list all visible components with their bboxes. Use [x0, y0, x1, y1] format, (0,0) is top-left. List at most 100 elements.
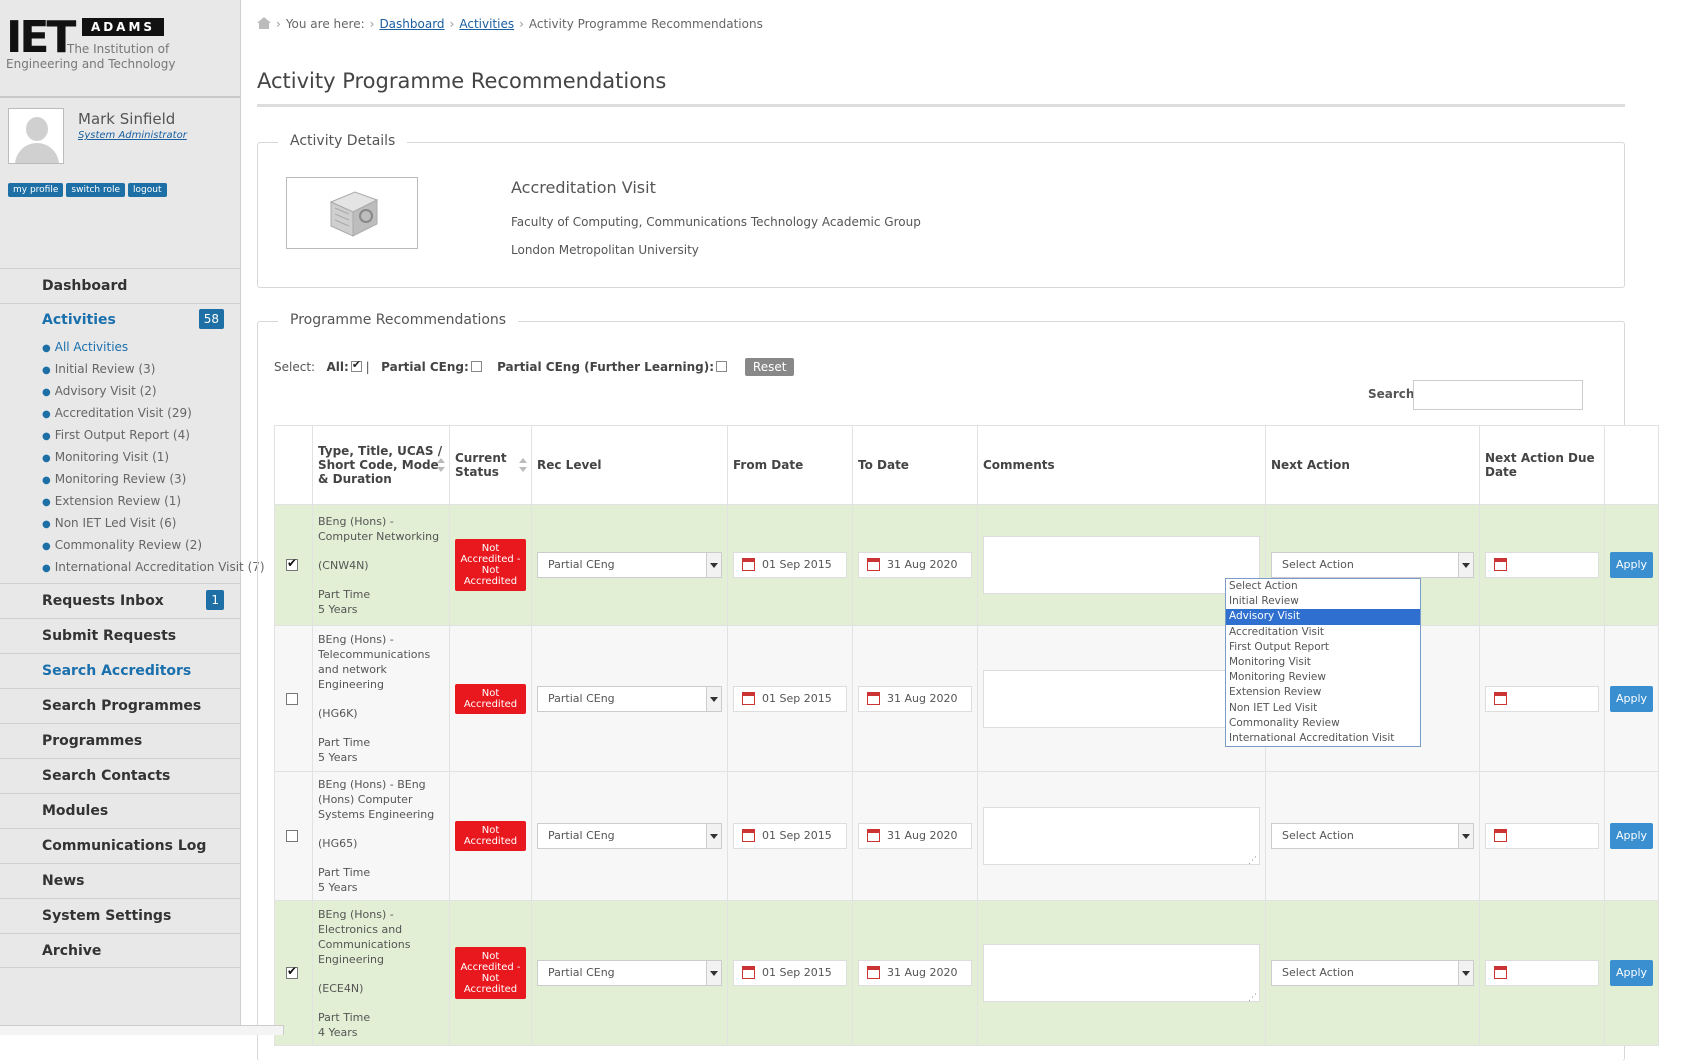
nav-activities[interactable]: Activities 58: [0, 303, 240, 335]
from-date-field[interactable]: 01 Sep 2015: [733, 960, 847, 986]
option-first-output-report[interactable]: First Output Report: [1226, 640, 1420, 655]
option-select-action[interactable]: Select Action: [1226, 579, 1420, 594]
rec-level-select[interactable]: Partial CEng: [537, 823, 722, 849]
search-input[interactable]: [1413, 380, 1583, 410]
comments-textarea[interactable]: [983, 536, 1260, 595]
option-extension-review[interactable]: Extension Review: [1226, 685, 1420, 700]
apply-button[interactable]: Apply: [1610, 685, 1653, 712]
from-date-field[interactable]: 01 Sep 2015: [733, 685, 847, 712]
due-date-field[interactable]: [1485, 960, 1599, 986]
comments-textarea[interactable]: [983, 944, 1260, 1003]
option-initial-review[interactable]: Initial Review: [1226, 594, 1420, 609]
row-checkbox[interactable]: [286, 556, 298, 571]
next-action-select[interactable]: Select Action: [1271, 552, 1474, 578]
next-action-select[interactable]: Select Action: [1271, 960, 1474, 986]
reset-button[interactable]: Reset: [744, 358, 795, 376]
my-profile-button[interactable]: my profile: [8, 183, 64, 197]
partial-ceng-fl-checkbox[interactable]: [716, 361, 728, 372]
row-checkbox[interactable]: [286, 964, 298, 979]
nav-search-contacts[interactable]: Search Contacts: [0, 758, 240, 793]
subnav-all-activities[interactable]: ● All Activities: [42, 337, 240, 359]
option-commonality-review[interactable]: Commonality Review: [1226, 716, 1420, 731]
option-non-iet-led-visit[interactable]: Non IET Led Visit: [1226, 701, 1420, 716]
rec-level-select[interactable]: Partial CEng: [537, 960, 722, 986]
col-from-date: From Date: [727, 425, 853, 505]
apply-button[interactable]: Apply: [1610, 552, 1653, 578]
nav-news[interactable]: News: [0, 863, 240, 898]
subnav-monitoring-visit[interactable]: ● Monitoring Visit (1): [42, 447, 240, 469]
home-icon[interactable]: [257, 17, 271, 29]
calendar-icon[interactable]: [742, 558, 755, 571]
nav-communications-log[interactable]: Communications Log: [0, 828, 240, 863]
nav-search-accreditors[interactable]: Search Accreditors: [0, 653, 240, 688]
apply-button[interactable]: Apply: [1610, 823, 1653, 849]
select-all-checkbox[interactable]: [350, 358, 362, 372]
rec-level-select[interactable]: Partial CEng: [537, 685, 722, 712]
row-checkbox[interactable]: [286, 830, 298, 842]
nav-dashboard[interactable]: Dashboard: [0, 268, 240, 303]
subnav-non-iet-led-visit[interactable]: ● Non IET Led Visit (6): [42, 513, 240, 535]
logout-button[interactable]: logout: [128, 183, 167, 197]
subnav-international-accreditation-visit[interactable]: ● International Accreditation Visit (7): [42, 557, 265, 579]
to-date-field[interactable]: 31 Aug 2020: [858, 960, 972, 986]
nav-system-settings[interactable]: System Settings: [0, 898, 240, 933]
iet-logo[interactable]: IET ADAMS The Institution of Engineering…: [6, 14, 236, 78]
subnav-accreditation-visit[interactable]: ● Accreditation Visit (29): [42, 403, 240, 425]
nav-archive[interactable]: Archive: [0, 933, 240, 968]
to-date-field[interactable]: 31 Aug 2020: [858, 823, 972, 849]
sort-icon[interactable]: [519, 458, 527, 472]
next-action-dropdown-list[interactable]: Select Action Initial Review Advisory Vi…: [1225, 578, 1421, 748]
to-date-field[interactable]: 31 Aug 2020: [858, 552, 972, 578]
page-title: Activity Programme Recommendations: [257, 69, 667, 93]
calendar-icon[interactable]: [742, 691, 755, 705]
col-type[interactable]: Type, Title, UCAS / Short Code, Mode & D…: [312, 425, 450, 505]
calendar-icon[interactable]: [867, 966, 880, 979]
option-international-accreditation-visit[interactable]: International Accreditation Visit: [1226, 731, 1420, 746]
from-date-field[interactable]: 01 Sep 2015: [733, 552, 847, 578]
nav-submit-requests[interactable]: Submit Requests: [0, 618, 240, 653]
breadcrumb-dashboard-link[interactable]: Dashboard: [379, 17, 444, 31]
activities-count-badge: 58: [198, 309, 224, 329]
chevron-down-icon: [1458, 553, 1473, 577]
nav-programmes[interactable]: Programmes: [0, 723, 240, 758]
comments-textarea[interactable]: [983, 807, 1260, 866]
calendar-icon[interactable]: [1494, 691, 1507, 705]
calendar-icon[interactable]: [1494, 966, 1507, 979]
nav-requests-inbox[interactable]: Requests Inbox 1: [0, 583, 240, 618]
calendar-icon[interactable]: [867, 829, 880, 842]
option-accreditation-visit[interactable]: Accreditation Visit: [1226, 625, 1420, 640]
from-date-field[interactable]: 01 Sep 2015: [733, 823, 847, 849]
col-status[interactable]: Current Status: [449, 425, 532, 505]
option-advisory-visit[interactable]: Advisory Visit: [1226, 609, 1420, 625]
partial-ceng-checkbox[interactable]: [470, 361, 482, 372]
switch-role-button[interactable]: switch role: [66, 183, 126, 197]
rec-level-select[interactable]: Partial CEng: [537, 552, 722, 578]
nav-modules[interactable]: Modules: [0, 793, 240, 828]
option-monitoring-visit[interactable]: Monitoring Visit: [1226, 655, 1420, 670]
calendar-icon[interactable]: [867, 558, 880, 571]
breadcrumb-activities-link[interactable]: Activities: [459, 17, 514, 31]
subnav-monitoring-review[interactable]: ● Monitoring Review (3): [42, 469, 240, 491]
calendar-icon[interactable]: [867, 691, 880, 705]
calendar-icon[interactable]: [742, 966, 755, 979]
comments-textarea[interactable]: [983, 669, 1260, 729]
subnav-initial-review[interactable]: ● Initial Review (3): [42, 359, 240, 381]
calendar-icon[interactable]: [742, 829, 755, 842]
due-date-field[interactable]: [1485, 552, 1599, 578]
subnav-extension-review[interactable]: ● Extension Review (1): [42, 491, 240, 513]
subnav-commonality-review[interactable]: ● Commonality Review (2): [42, 535, 240, 557]
subnav-first-output-report[interactable]: ● First Output Report (4): [42, 425, 240, 447]
due-date-field[interactable]: [1485, 685, 1599, 712]
apply-button[interactable]: Apply: [1610, 960, 1653, 986]
sort-icon[interactable]: [437, 458, 445, 472]
option-monitoring-review[interactable]: Monitoring Review: [1226, 670, 1420, 685]
to-date-field[interactable]: 31 Aug 2020: [858, 685, 972, 712]
subnav-advisory-visit[interactable]: ● Advisory Visit (2): [42, 381, 240, 403]
nav-search-programmes[interactable]: Search Programmes: [0, 688, 240, 723]
next-action-select[interactable]: Select Action: [1271, 823, 1474, 849]
due-date-field[interactable]: [1485, 823, 1599, 849]
user-role-link[interactable]: System Administrator: [78, 130, 187, 141]
row-checkbox[interactable]: [286, 692, 298, 705]
calendar-icon[interactable]: [1494, 829, 1507, 842]
calendar-icon[interactable]: [1494, 558, 1507, 571]
